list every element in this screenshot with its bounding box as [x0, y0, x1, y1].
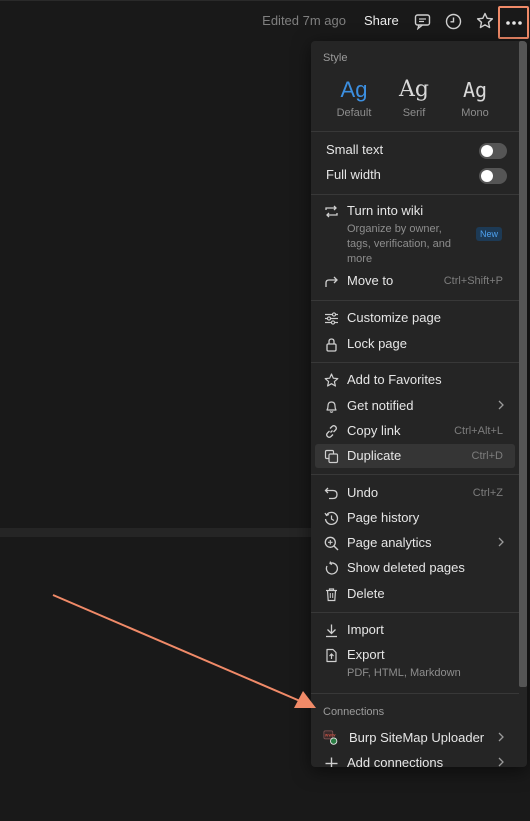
export-description: PDF, HTML, Markdown [347, 667, 461, 679]
top-border [0, 0, 530, 1]
export-label: Export [347, 647, 385, 662]
move-to-item[interactable]: Move to Ctrl+Shift+P [315, 269, 515, 293]
divider [311, 612, 519, 613]
page-history-label: Page history [347, 510, 420, 525]
chevron-right-icon [497, 399, 505, 411]
sliders-icon [323, 310, 339, 326]
zoom-analytics-icon [323, 535, 339, 551]
edited-timestamp: Edited 7m ago [262, 13, 346, 28]
burp-connection-label: Burp SiteMap Uploader [349, 730, 485, 745]
page-analytics-label: Page analytics [347, 535, 432, 550]
undo-icon [323, 485, 339, 501]
move-arrow-icon [323, 273, 339, 289]
style-serif-option[interactable]: Ag Serif [384, 77, 444, 119]
top-bar: Edited 7m ago Share [0, 2, 530, 39]
trash-icon [323, 586, 339, 602]
star-outline-icon [323, 372, 339, 388]
connection-item-burp[interactable]: www Burp SiteMap Uploader [315, 726, 515, 750]
new-badge: New [476, 227, 503, 241]
wiki-description-line3: more [347, 253, 373, 265]
chevron-right-icon [497, 731, 505, 743]
show-deleted-pages-label: Show deleted pages [347, 560, 465, 575]
undo-item[interactable]: Undo Ctrl+Z [315, 481, 515, 505]
undo-shortcut: Ctrl+Z [472, 487, 503, 499]
add-to-favorites-label: Add to Favorites [347, 372, 442, 387]
restore-icon [323, 560, 339, 576]
plus-icon [323, 755, 339, 767]
page-history-item[interactable]: Page history [315, 506, 515, 530]
more-options-button[interactable] [498, 6, 529, 39]
share-button[interactable]: Share [364, 13, 399, 28]
import-item[interactable]: Import [315, 618, 515, 642]
lock-icon [323, 336, 339, 352]
divider [311, 194, 519, 195]
copy-link-label: Copy link [347, 423, 401, 438]
menu-scrollbar[interactable] [519, 41, 527, 687]
add-connections-label: Add connections [347, 755, 444, 767]
duplicate-label: Duplicate [347, 448, 402, 463]
delete-item[interactable]: Delete [315, 582, 515, 606]
get-notified-label: Get notified [347, 398, 414, 413]
turn-into-wiki-item[interactable]: Turn into wiki [315, 199, 515, 223]
page-analytics-item[interactable]: Page analytics [315, 531, 515, 555]
divider [311, 362, 519, 363]
chevron-right-icon [497, 536, 505, 548]
page-options-menu: Style Ag Default Ag Serif Ag Mono Small … [311, 41, 527, 767]
export-item[interactable]: Export [315, 643, 515, 667]
clock-icon[interactable] [443, 11, 463, 31]
bell-icon [323, 398, 339, 414]
lock-page-item[interactable]: Lock page [315, 332, 515, 356]
duplicate-icon [323, 448, 339, 464]
history-icon [323, 510, 339, 526]
divider [311, 131, 519, 132]
more-icon [505, 20, 522, 25]
add-connections-item[interactable]: Add connections [315, 751, 515, 767]
small-text-label: Small text [326, 142, 384, 157]
duplicate-item[interactable]: Duplicate Ctrl+D [315, 444, 515, 468]
star-icon[interactable] [475, 11, 495, 31]
download-icon [323, 622, 339, 638]
add-to-favorites-item[interactable]: Add to Favorites [315, 368, 515, 392]
divider [311, 693, 519, 694]
export-file-icon [323, 647, 339, 663]
divider [311, 474, 519, 475]
wiki-description-line2: tags, verification, and [347, 238, 451, 250]
lock-page-label: Lock page [347, 336, 407, 351]
import-label: Import [347, 622, 384, 637]
small-text-toggle[interactable] [479, 143, 507, 159]
customize-page-item[interactable]: Customize page [315, 306, 515, 330]
style-default-option[interactable]: Ag Default [324, 77, 384, 119]
style-section-label: Style [323, 52, 348, 64]
full-width-label: Full width [326, 167, 381, 182]
move-to-shortcut: Ctrl+Shift+P [443, 275, 503, 287]
show-deleted-pages-item[interactable]: Show deleted pages [315, 556, 515, 580]
delete-label: Delete [347, 586, 385, 601]
duplicate-shortcut: Ctrl+D [471, 450, 503, 462]
comment-icon[interactable] [412, 11, 432, 31]
convert-icon [323, 203, 339, 219]
copy-link-shortcut: Ctrl+Alt+L [454, 425, 503, 437]
turn-into-wiki-label: Turn into wiki [347, 203, 424, 218]
get-notified-item[interactable]: Get notified [315, 394, 515, 418]
customize-page-label: Customize page [347, 310, 441, 325]
link-icon [323, 423, 339, 439]
connections-section-label: Connections [323, 706, 385, 718]
undo-label: Undo [347, 485, 379, 500]
chevron-right-icon [497, 756, 505, 767]
copy-link-item[interactable]: Copy link Ctrl+Alt+L [315, 419, 515, 443]
burp-app-icon: www [323, 730, 339, 746]
divider [311, 300, 519, 301]
move-to-label: Move to [347, 273, 394, 288]
wiki-description-line1: Organize by owner, [347, 223, 442, 235]
full-width-toggle[interactable] [479, 168, 507, 184]
style-mono-option[interactable]: Ag Mono [445, 77, 505, 119]
background-divider [0, 528, 311, 537]
